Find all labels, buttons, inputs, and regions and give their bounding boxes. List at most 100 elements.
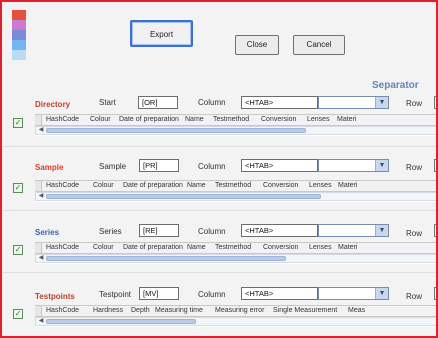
column-header[interactable]: Measuring error [215, 307, 264, 314]
scroll-thumb[interactable] [46, 319, 196, 324]
series-checkbox[interactable]: ✓ [13, 245, 23, 255]
column-header[interactable]: Date of preparation [123, 182, 183, 189]
section-divider [2, 146, 436, 147]
column-header[interactable]: Hardness [93, 307, 123, 314]
row-selector[interactable] [35, 306, 42, 316]
row-input[interactable] [434, 159, 436, 172]
separator-heading: Separator [372, 80, 419, 91]
column-header[interactable]: Testmethod [215, 182, 251, 189]
scroll-thumb[interactable] [46, 256, 286, 261]
column-input[interactable]: <HTAB> [241, 287, 318, 300]
series-input[interactable]: [RE] [139, 224, 179, 237]
directory-columns-grid[interactable]: HashCode Colour Date of preparation Name… [35, 114, 436, 136]
export-button[interactable]: Export [130, 20, 193, 47]
chevron-down-icon: ▼ [375, 225, 388, 236]
column-header[interactable]: Lenses [307, 116, 330, 123]
sample-columns-grid[interactable]: HashCode Colour Date of preparation Name… [35, 180, 436, 202]
testpoints-columns-grid[interactable]: HashCode Hardness Depth Measuring time M… [35, 305, 436, 327]
section-divider [2, 210, 436, 211]
section-title-sample: Sample [35, 163, 64, 172]
scroll-left-icon[interactable]: ◀ [37, 193, 45, 200]
row-selector[interactable] [35, 243, 42, 253]
column-header-row: HashCode Colour Date of preparation Name… [35, 180, 436, 192]
cancel-button[interactable]: Cancel [293, 35, 345, 55]
column-header-row: HashCode Colour Date of preparation Name… [35, 242, 436, 254]
chevron-down-icon: ▼ [375, 97, 388, 108]
horizontal-scrollbar[interactable]: ◀ [35, 192, 436, 201]
column-input[interactable]: <HTAB> [241, 159, 318, 172]
directory-checkbox[interactable]: ✓ [13, 118, 23, 128]
scroll-thumb[interactable] [46, 194, 321, 199]
chevron-down-icon: ▼ [375, 288, 388, 299]
column-header[interactable]: HashCode [46, 307, 79, 314]
row-label: Row [406, 229, 423, 238]
column-header[interactable]: Materi [338, 244, 357, 251]
column-header[interactable]: HashCode [46, 182, 79, 189]
section-title-series: Series [35, 228, 60, 237]
column-header[interactable]: Lenses [309, 244, 332, 251]
scroll-left-icon[interactable]: ◀ [37, 318, 45, 325]
series-columns-grid[interactable]: HashCode Colour Date of preparation Name… [35, 242, 436, 264]
sample-checkbox[interactable]: ✓ [13, 183, 23, 193]
column-dropdown[interactable]: ▼ [318, 96, 389, 109]
column-header[interactable]: Conversion [261, 116, 296, 123]
horizontal-scrollbar[interactable]: ◀ [35, 254, 436, 263]
column-header[interactable]: Colour [90, 116, 111, 123]
row-input[interactable] [434, 224, 436, 237]
column-header[interactable]: Testmethod [213, 116, 249, 123]
column-header[interactable]: Lenses [309, 182, 332, 189]
column-header[interactable]: Colour [93, 244, 114, 251]
column-label: Column [198, 227, 226, 236]
column-header[interactable]: Name [187, 182, 206, 189]
column-header[interactable]: Materi [338, 182, 357, 189]
scroll-left-icon[interactable]: ◀ [37, 255, 45, 262]
column-header[interactable]: Name [187, 244, 206, 251]
sample-input[interactable]: [PR] [139, 159, 179, 172]
close-button[interactable]: Close [235, 35, 279, 55]
export-settings-window: Export Close Cancel Separator Directory … [0, 0, 438, 338]
horizontal-scrollbar[interactable]: ◀ [35, 317, 436, 326]
column-header-row: HashCode Colour Date of preparation Name… [35, 114, 436, 126]
column-dropdown[interactable]: ▼ [318, 224, 389, 237]
scroll-left-icon[interactable]: ◀ [37, 127, 45, 134]
column-dropdown[interactable]: ▼ [318, 287, 389, 300]
column-header[interactable]: Conversion [263, 182, 298, 189]
column-label: Column [198, 162, 226, 171]
column-header[interactable]: Colour [93, 182, 114, 189]
column-header[interactable]: Conversion [263, 244, 298, 251]
row-label: Row [406, 99, 423, 108]
row-label: Row [406, 163, 423, 172]
column-header[interactable]: Materi [337, 116, 356, 123]
column-dropdown[interactable]: ▼ [318, 159, 389, 172]
horizontal-scrollbar[interactable]: ◀ [35, 126, 436, 135]
testpoint-input[interactable]: [MV] [139, 287, 179, 300]
column-label: Column [198, 98, 226, 107]
start-label: Start [99, 98, 116, 107]
column-header[interactable]: Testmethod [215, 244, 251, 251]
series-label: Series [99, 227, 122, 236]
column-input[interactable]: <HTAB> [241, 96, 318, 109]
column-header[interactable]: Date of preparation [123, 244, 183, 251]
row-selector[interactable] [35, 181, 42, 191]
row-input[interactable] [434, 96, 436, 109]
row-selector[interactable] [35, 115, 42, 125]
row-label: Row [406, 292, 423, 301]
column-label: Column [198, 290, 226, 299]
column-header[interactable]: HashCode [46, 244, 79, 251]
column-header-row: HashCode Hardness Depth Measuring time M… [35, 305, 436, 317]
column-header[interactable]: Meas [348, 307, 365, 314]
column-header[interactable]: Name [185, 116, 204, 123]
testpoints-checkbox[interactable]: ✓ [13, 309, 23, 319]
section-title-directory: Directory [35, 100, 71, 109]
column-header[interactable]: Measuring time [155, 307, 203, 314]
scroll-thumb[interactable] [46, 128, 306, 133]
row-input[interactable] [434, 287, 436, 300]
column-header[interactable]: Single Measurement [273, 307, 337, 314]
column-header[interactable]: Date of preparation [119, 116, 179, 123]
start-input[interactable]: [OR] [138, 96, 178, 109]
section-divider [2, 272, 436, 273]
column-input[interactable]: <HTAB> [241, 224, 318, 237]
column-header[interactable]: HashCode [46, 116, 79, 123]
section-title-testpoints: Testpoints [35, 292, 75, 301]
column-header[interactable]: Depth [131, 307, 150, 314]
